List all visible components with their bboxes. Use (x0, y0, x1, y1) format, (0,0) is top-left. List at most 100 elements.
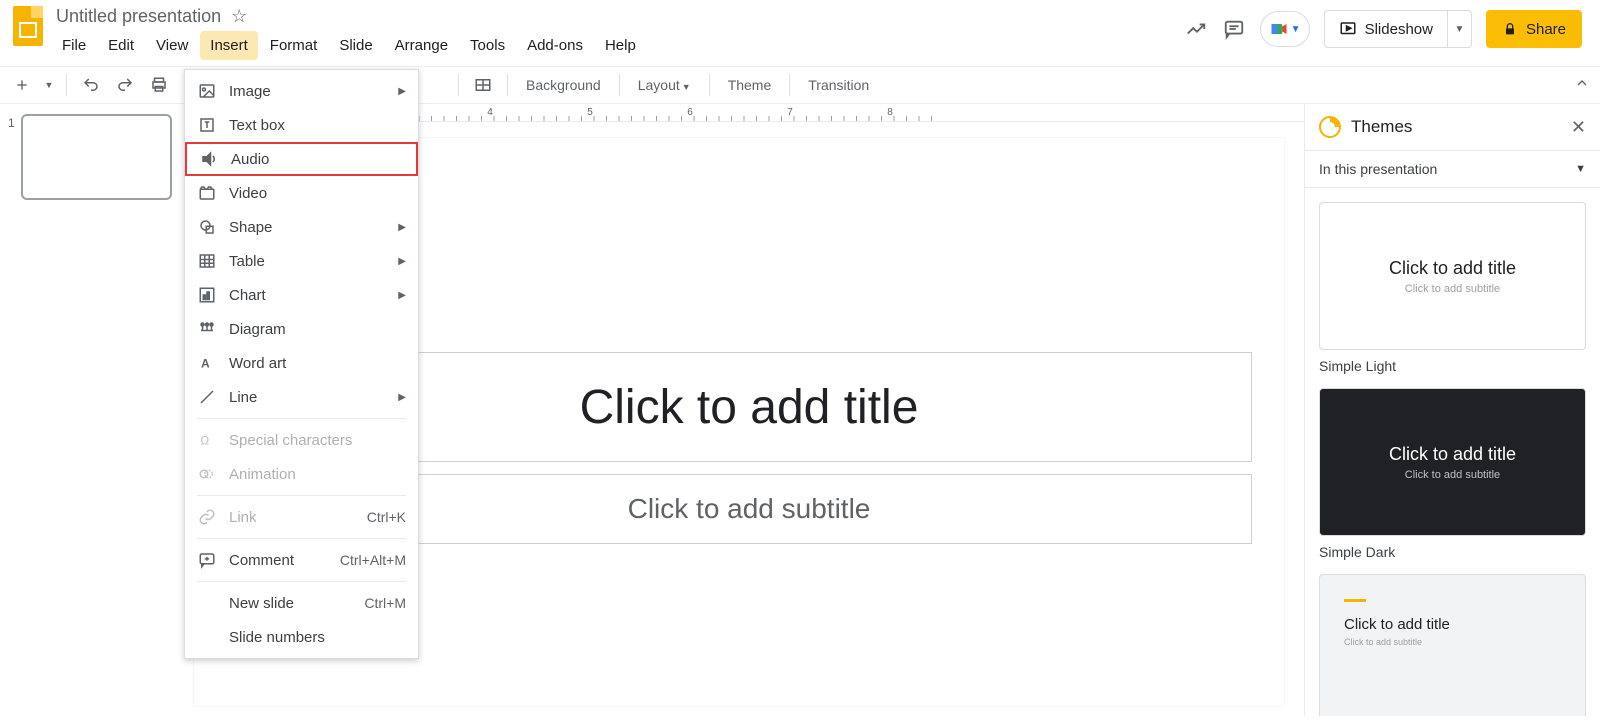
insert-menu-new-slide[interactable]: New slideCtrl+M (185, 586, 418, 620)
slideshow-group: Slideshow ▼ (1324, 10, 1472, 48)
menu-item-label: Special characters (229, 432, 352, 449)
menu-insert[interactable]: Insert (200, 31, 258, 60)
menu-edit[interactable]: Edit (98, 31, 144, 60)
insert-menu-special-characters: Ω Special characters (185, 423, 418, 457)
menu-item-label: Shape (229, 219, 272, 236)
menu-help[interactable]: Help (595, 31, 646, 60)
insert-menu-word-art[interactable]: A Word art (185, 346, 418, 380)
undo-button[interactable] (77, 71, 105, 99)
menu-arrange[interactable]: Arrange (385, 31, 458, 60)
layout-button[interactable]: Layout▼ (630, 77, 699, 93)
insert-menu-video[interactable]: Video (185, 176, 418, 210)
theme-button[interactable]: Theme (720, 77, 780, 93)
insert-menu-slide-numbers[interactable]: Slide numbers (185, 620, 418, 654)
audio-icon (199, 149, 219, 169)
insert-menu-image[interactable]: Image▶ (185, 74, 418, 108)
slideshow-button[interactable]: Slideshow (1324, 10, 1448, 48)
insert-menu-diagram[interactable]: Diagram (185, 312, 418, 346)
comments-icon[interactable] (1222, 17, 1246, 41)
theme-card-title: Click to add title (1344, 616, 1450, 633)
svg-text:A: A (201, 357, 210, 371)
insert-textbox-button[interactable] (469, 71, 497, 99)
share-label: Share (1526, 21, 1566, 38)
slide-thumbnail[interactable] (21, 114, 172, 200)
shape-icon (197, 217, 217, 237)
svg-text:8: 8 (887, 107, 901, 118)
menu-bar: FileEditViewInsertFormatSlideArrangeTool… (52, 27, 1184, 66)
new-slide-button[interactable] (8, 71, 36, 99)
slideshow-dropdown[interactable]: ▼ (1448, 10, 1472, 48)
submenu-arrow-icon: ▶ (398, 222, 406, 233)
redo-button[interactable] (111, 71, 139, 99)
insert-menu-animation: Animation (185, 457, 418, 491)
chevron-down-icon: ▼ (1291, 24, 1301, 35)
insert-menu-audio[interactable]: Audio (185, 142, 418, 176)
submenu-arrow-icon: ▶ (398, 392, 406, 403)
insert-menu-comment[interactable]: CommentCtrl+Alt+M (185, 543, 418, 577)
menu-item-label: Animation (229, 466, 296, 483)
slide-thumbnail-wrap: 1 (8, 114, 172, 200)
theme-card[interactable]: Click to add title Click to add subtitle (1319, 574, 1586, 716)
menu-add-ons[interactable]: Add-ons (517, 31, 593, 60)
activity-icon[interactable] (1184, 17, 1208, 41)
layout-label: Layout (638, 77, 680, 93)
svg-text:7: 7 (787, 107, 801, 118)
theme-name-label: Simple Dark (1319, 544, 1586, 560)
insert-menu-line[interactable]: Line▶ (185, 380, 418, 414)
collapse-toolbar-button[interactable] (1574, 75, 1590, 91)
insert-menu-shape[interactable]: Shape ▶ (185, 210, 418, 244)
print-button[interactable] (145, 71, 173, 99)
svg-text:Ω: Ω (200, 434, 209, 448)
lock-icon (1502, 21, 1518, 37)
svg-text:4: 4 (487, 107, 501, 118)
share-button[interactable]: Share (1486, 10, 1582, 48)
close-icon[interactable]: ✕ (1571, 117, 1586, 138)
menu-tools[interactable]: Tools (460, 31, 515, 60)
video-icon (197, 183, 217, 203)
menu-item-label: Link (229, 509, 257, 526)
palette-icon (1319, 116, 1341, 138)
app-logo (8, 6, 48, 46)
theme-card[interactable]: Click to add titleClick to add subtitle (1319, 388, 1586, 536)
themes-header: Themes ✕ (1305, 104, 1600, 151)
menu-file[interactable]: File (52, 31, 96, 60)
menu-view[interactable]: View (146, 31, 198, 60)
slides-logo-icon (13, 6, 43, 46)
new-slide-dropdown[interactable]: ▼ (42, 71, 56, 99)
blank-icon (197, 593, 217, 613)
textbox-icon (197, 115, 217, 135)
menu-item-label: Word art (229, 355, 286, 372)
insert-menu-table[interactable]: Table▶ (185, 244, 418, 278)
themes-title: Themes (1351, 117, 1561, 137)
star-icon[interactable]: ☆ (231, 6, 247, 27)
omega-icon: Ω (197, 430, 217, 450)
menu-item-label: Chart (229, 287, 266, 304)
menu-slide[interactable]: Slide (329, 31, 382, 60)
menu-format[interactable]: Format (260, 31, 328, 60)
app-header: Untitled presentation ☆ FileEditViewInse… (0, 0, 1600, 66)
submenu-arrow-icon: ▶ (398, 290, 406, 301)
background-button[interactable]: Background (518, 77, 609, 93)
svg-text:6: 6 (687, 107, 701, 118)
table-icon (197, 251, 217, 271)
meet-icon (1269, 19, 1289, 39)
insert-menu-link: LinkCtrl+K (185, 500, 418, 534)
slide-number: 1 (8, 114, 15, 200)
menu-item-label: Table (229, 253, 265, 270)
insert-menu-chart[interactable]: Chart ▶ (185, 278, 418, 312)
menu-item-label: Comment (229, 552, 294, 569)
document-title[interactable]: Untitled presentation (56, 6, 221, 27)
theme-card-subtitle: Click to add subtitle (1344, 637, 1422, 647)
themes-list: Click to add title Click to add subtitle S… (1305, 188, 1600, 716)
header-right: ▼ Slideshow ▼ Share (1184, 6, 1592, 48)
link-icon (197, 507, 217, 527)
theme-name-label: Simple Light (1319, 358, 1586, 374)
insert-menu-text-box[interactable]: Text box (185, 108, 418, 142)
menu-item-label: Video (229, 185, 267, 202)
themes-section-toggle[interactable]: In this presentation ▼ (1305, 151, 1600, 188)
theme-card[interactable]: Click to add titleClick to add subtitle (1319, 202, 1586, 350)
meet-button[interactable]: ▼ (1260, 11, 1310, 47)
transition-button[interactable]: Transition (800, 77, 877, 93)
menu-item-label: Audio (231, 151, 269, 168)
chevron-down-icon: ▼ (682, 82, 691, 92)
